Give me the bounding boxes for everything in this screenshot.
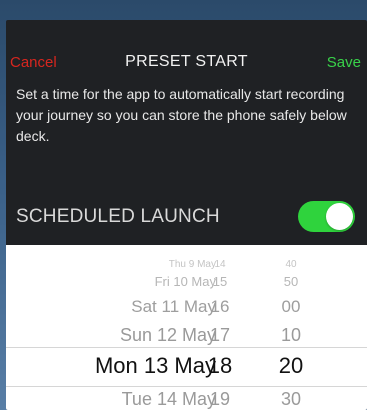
picker-date-selected[interactable]: Mon 13 May	[26, 353, 216, 379]
picker-row[interactable]: Sat 11 May 16 00	[6, 297, 367, 319]
picker-minute[interactable]: 10	[269, 325, 313, 346]
picker-row[interactable]: Tue 14 May 19 30	[6, 389, 367, 410]
description-text: Set a time for the app to automatically …	[16, 86, 347, 144]
picker-hour[interactable]: 15	[202, 274, 238, 289]
picker-minute-selected[interactable]: 20	[269, 353, 313, 379]
picker-date[interactable]: Sun 12 May	[26, 325, 216, 346]
picker-hour[interactable]: 19	[202, 389, 238, 410]
scheduled-launch-label: SCHEDULED LAUNCH	[16, 206, 220, 227]
picker-minute[interactable]: 40	[269, 259, 313, 270]
picker-hour[interactable]: 16	[202, 297, 238, 317]
picker-date[interactable]: Sat 11 May	[26, 297, 216, 317]
scheduled-launch-toggle[interactable]	[298, 201, 355, 232]
picker-row-selected[interactable]: Mon 13 May 18 20	[6, 353, 367, 383]
picker-hour-selected[interactable]: 18	[202, 353, 238, 379]
picker-minute[interactable]: 50	[269, 274, 313, 289]
picker-hour[interactable]: 14	[202, 259, 238, 270]
date-time-picker[interactable]: Thu 9 May 14 40 Fri 10 May 15 50 Sat 11 …	[6, 245, 367, 410]
picker-row[interactable]: Thu 9 May 14 40	[6, 259, 367, 275]
page-title: PRESET START	[125, 53, 248, 70]
save-button[interactable]: Save	[327, 54, 361, 71]
picker-row[interactable]: Sun 12 May 17 10	[6, 325, 367, 349]
picker-minute[interactable]: 00	[269, 297, 313, 317]
toggle-knob	[326, 203, 353, 230]
picker-date[interactable]: Tue 14 May	[26, 389, 216, 410]
scheduled-launch-row: SCHEDULED LAUNCH	[6, 190, 367, 242]
picker-minute[interactable]: 30	[269, 389, 313, 410]
picker-hour[interactable]: 17	[202, 325, 238, 346]
preset-start-sheet: Cancel PRESET START Save Set a time for …	[6, 20, 367, 410]
picker-date[interactable]: Fri 10 May	[26, 274, 216, 289]
picker-row[interactable]: Fri 10 May 15 50	[6, 274, 367, 290]
picker-date[interactable]: Thu 9 May	[26, 259, 216, 270]
